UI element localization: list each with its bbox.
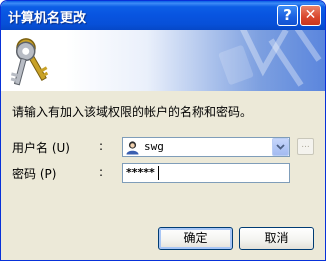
keys-icon: [10, 38, 49, 86]
username-combobox[interactable]: swg: [122, 137, 290, 157]
browse-button[interactable]: ...: [297, 138, 314, 155]
close-button[interactable]: ✕: [300, 5, 321, 26]
username-label-colon: :: [99, 139, 104, 153]
username-value: swg: [144, 140, 164, 153]
password-field[interactable]: *****: [122, 163, 290, 183]
user-icon: [126, 141, 139, 155]
username-label: 用户名 (U): [12, 141, 70, 155]
dialog-banner: [1, 30, 325, 91]
password-value: *****: [126, 166, 155, 179]
password-label-colon: :: [99, 165, 104, 179]
title-bar[interactable]: 计算机名更改 ? ✕: [1, 1, 325, 30]
window-title: 计算机名更改: [8, 11, 87, 26]
help-button[interactable]: ?: [277, 5, 298, 26]
text-cursor: [158, 166, 159, 180]
password-label: 密码 (P): [12, 167, 57, 181]
cancel-button[interactable]: 取消: [239, 227, 314, 250]
username-dropdown-button[interactable]: [272, 138, 289, 156]
change-computer-name-dialog: 计算机名更改 ? ✕ 请输入有加入该域权限的帐户的名称和密码。 用户名 (U) …: [0, 0, 326, 261]
instruction-text: 请输入有加入该域权限的帐户的名称和密码。: [12, 105, 253, 119]
ok-button[interactable]: 确定: [158, 227, 233, 250]
chevron-down-icon: [276, 144, 285, 150]
